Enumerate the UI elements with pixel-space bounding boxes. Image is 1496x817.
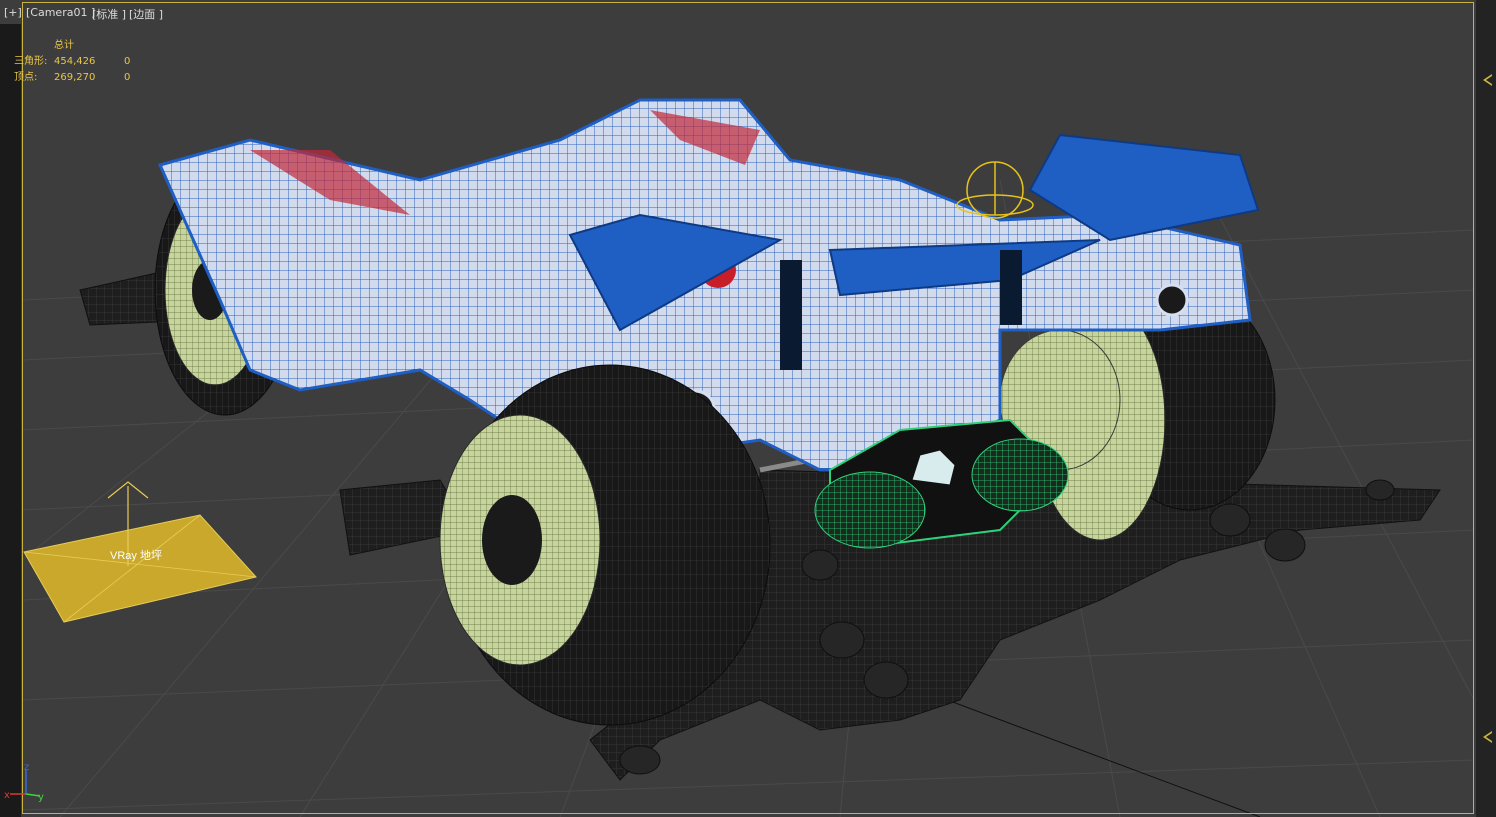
left-panel-strip — [0, 24, 21, 817]
right-panel-strip — [1476, 0, 1496, 817]
viewport-camera-menu[interactable]: [Camera01 ] — [26, 6, 95, 19]
axis-x-label: x — [4, 790, 10, 801]
viewport-plus-menu[interactable]: [+] — [4, 6, 22, 19]
vray-plane-label: VRay 地坪 — [110, 550, 162, 562]
stats-header: 总计 — [54, 40, 74, 51]
viewport-camera01[interactable]: [+] [Camera01 ] [标准 ] [边面 ] 总计 三角形: 454,… — [0, 0, 1496, 817]
scene-canvas[interactable] — [0, 0, 1496, 817]
scene-statistics: 总计 三角形: 454,426 0 顶点: 269,270 0 — [14, 38, 130, 86]
triangles-selected: 0 — [124, 56, 131, 67]
view-marker-icon[interactable] — [1483, 74, 1492, 86]
view-marker-icon[interactable] — [1483, 731, 1492, 743]
viewport-shading-menu[interactable]: [标准 ] — [92, 6, 126, 22]
axis-y-label: y — [38, 792, 44, 803]
axis-tripod-icon: z x y — [4, 762, 44, 803]
vertices-selected: 0 — [124, 72, 131, 83]
triangles-label: 三角形: — [14, 56, 48, 67]
triangles-total: 454,426 — [54, 56, 96, 67]
axis-z-label: z — [24, 762, 29, 773]
viewport-display-menu[interactable]: [边面 ] — [129, 6, 163, 22]
vertices-total: 269,270 — [54, 72, 96, 83]
vertices-label: 顶点: — [14, 72, 38, 83]
tire-front-right[interactable] — [439, 364, 771, 726]
